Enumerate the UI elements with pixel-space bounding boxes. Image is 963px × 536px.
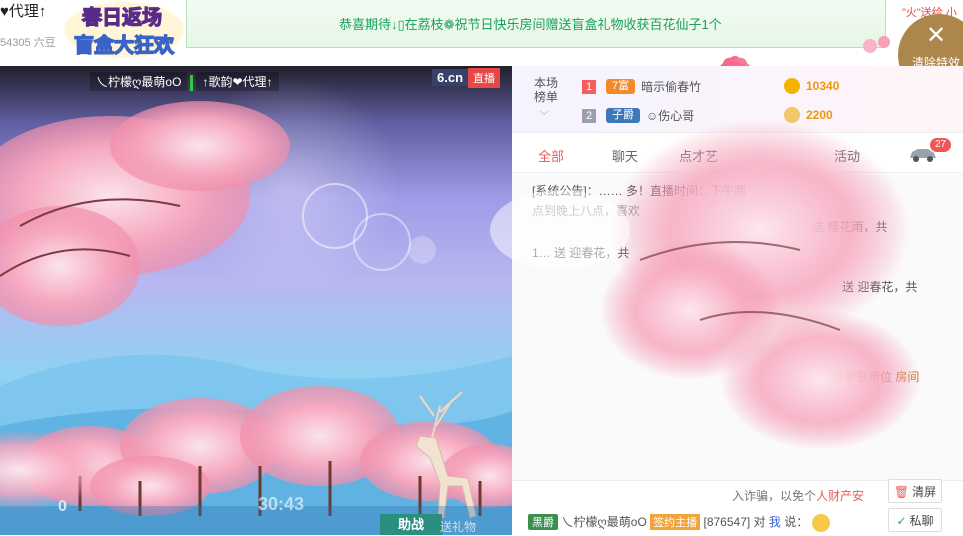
brand-6cn: 6.cn <box>432 69 469 86</box>
vip-badge: 黑爵 <box>528 514 558 530</box>
to-label: 对 <box>753 515 766 529</box>
private-chat-label: 私聊 <box>909 514 934 528</box>
coin-icon <box>784 107 800 123</box>
safety-notice-text: 入诈骗，以免个 <box>732 489 817 503</box>
broadcast-marquee: 恭喜期待↓▯在荔枝❁祝节日快乐房间赠送盲盒礼物收获百花仙子1个 <box>186 0 886 48</box>
noble-badge: 子爵 <box>606 108 640 123</box>
chat-message: 1… 送 迎春花，共 <box>532 246 630 260</box>
chat-message: 送 迎春花，共 <box>842 280 918 294</box>
live-video[interactable]: 乀柠檬ღ最萌oO ↑歌韵❤代理↑ 6.cn 直播 0 30:43 助战 送礼物 <box>0 66 512 535</box>
tab-activity[interactable]: 活动 <box>834 146 860 165</box>
private-chat-button[interactable]: ✓ 私聊 <box>888 508 942 532</box>
right-panel: 本场 榜单 ⌵ 1 7富 暗示偷春竹 10340 2 子爵 ☺伤心哥 2200 全部 聊… <box>512 66 963 536</box>
rank-number: 2 <box>582 108 596 123</box>
chat-message: 点到晚上八点，喜欢 <box>532 204 641 218</box>
anchor-group-tag[interactable]: ↑歌韵❤代理↑ <box>196 72 279 91</box>
me-label: 我 <box>768 515 781 529</box>
rank-value: 2200 <box>806 108 833 122</box>
rank-user-name[interactable]: ☺伤心哥 <box>646 107 694 124</box>
signed-anchor-badge: 签约主播 <box>650 514 701 530</box>
notification-badge: 27 <box>930 138 952 152</box>
promo-logo-line2: 盲盒大狂欢 <box>74 33 175 57</box>
coin-icon <box>784 78 800 94</box>
safety-notice: 入诈骗，以免个人财产安 <box>732 487 864 504</box>
send-gift-link[interactable]: 送礼物 <box>440 518 476 535</box>
ranking-box: 本场 榜单 ⌵ 1 7富 暗示偷春竹 10340 2 子爵 ☺伤心哥 2200 <box>512 66 963 133</box>
rank-number: 1 <box>582 79 596 94</box>
target-user-name[interactable]: 乀柠檬ღ最萌oO <box>561 515 646 529</box>
chat-message: 海哥荣登帝位 房间 <box>820 370 920 384</box>
flower-decoration-icon <box>863 36 890 53</box>
chevron-down-icon[interactable]: ⌵ <box>540 106 548 119</box>
safety-notice-highlight: 人财产安 <box>816 489 865 503</box>
close-icon: ✕ <box>926 22 947 49</box>
cherry-blossom-scene <box>0 76 512 535</box>
say-label: 说： <box>784 515 809 529</box>
target-user-id: [876547] <box>703 515 751 529</box>
chat-tabs: 全部 聊天 点才艺 活动 27 <box>512 136 963 173</box>
live-badge: 直播 <box>468 68 501 88</box>
anchor-name-tag[interactable]: 乀柠檬ღ最萌oO <box>90 72 188 91</box>
check-circle-icon: ✓ <box>896 514 907 528</box>
ranking-row[interactable]: 1 7富 暗示偷春竹 <box>582 78 701 96</box>
trash-icon: 🗑 <box>893 485 910 499</box>
chat-target-line[interactable]: 黑爵 乀柠檬ღ最萌oO 签约主播 [876547] 对 我 说： <box>528 513 830 532</box>
brand-logo: 6.cn 直播 <box>432 68 501 88</box>
emoji-icon[interactable] <box>811 513 830 532</box>
wealth-badge: 7富 <box>606 79 636 94</box>
ranking-row[interactable]: 2 子爵 ☺伤心哥 <box>582 107 694 125</box>
room-title: ♥代理↑ <box>0 3 47 20</box>
rank-value: 10340 <box>806 79 840 93</box>
tab-talent[interactable]: 点才艺 <box>679 146 718 165</box>
anchor-tags: 乀柠檬ღ最萌oO ↑歌韵❤代理↑ <box>90 72 279 91</box>
chat-list: [系统公告]：…… 多！直播时间：下午两 点到晚上八点，喜欢 送 樱花雨，共 1… <box>512 174 963 484</box>
room-id: 54305 六豆 <box>0 37 56 49</box>
clear-screen-label: 清屏 <box>912 485 937 499</box>
tab-all[interactable]: 全部 <box>538 146 564 165</box>
video-overlay-number: 0 <box>58 498 67 515</box>
tag-separator <box>190 74 194 91</box>
marquee-text: 恭喜期待↓▯在荔枝❁祝节日快乐房间赠送盲盒礼物收获百花仙子1个 <box>339 17 722 32</box>
support-button[interactable]: 助战 <box>380 514 442 535</box>
chat-message: 送 樱花雨，共 <box>812 220 888 234</box>
chat-message: [系统公告]：…… 多！直播时间：下午两 <box>532 184 747 198</box>
tab-chat[interactable]: 聊天 <box>612 146 638 165</box>
top-bar: ♥代理↑ 54305 六豆 春日返场 盲盒大狂欢 恭喜期待↓▯在荔枝❁祝节日快乐… <box>0 0 963 88</box>
video-overlay-timer: 30:43 <box>258 494 305 514</box>
ranking-title[interactable]: 本场 榜单 <box>532 76 560 104</box>
promo-logo-line1: 春日返场 <box>81 5 162 29</box>
promo-logo[interactable]: 春日返场 盲盒大狂欢 <box>60 0 188 62</box>
clear-screen-button[interactable]: 🗑 清屏 <box>888 479 942 503</box>
rank-user-name[interactable]: 暗示偷春竹 <box>641 78 701 95</box>
